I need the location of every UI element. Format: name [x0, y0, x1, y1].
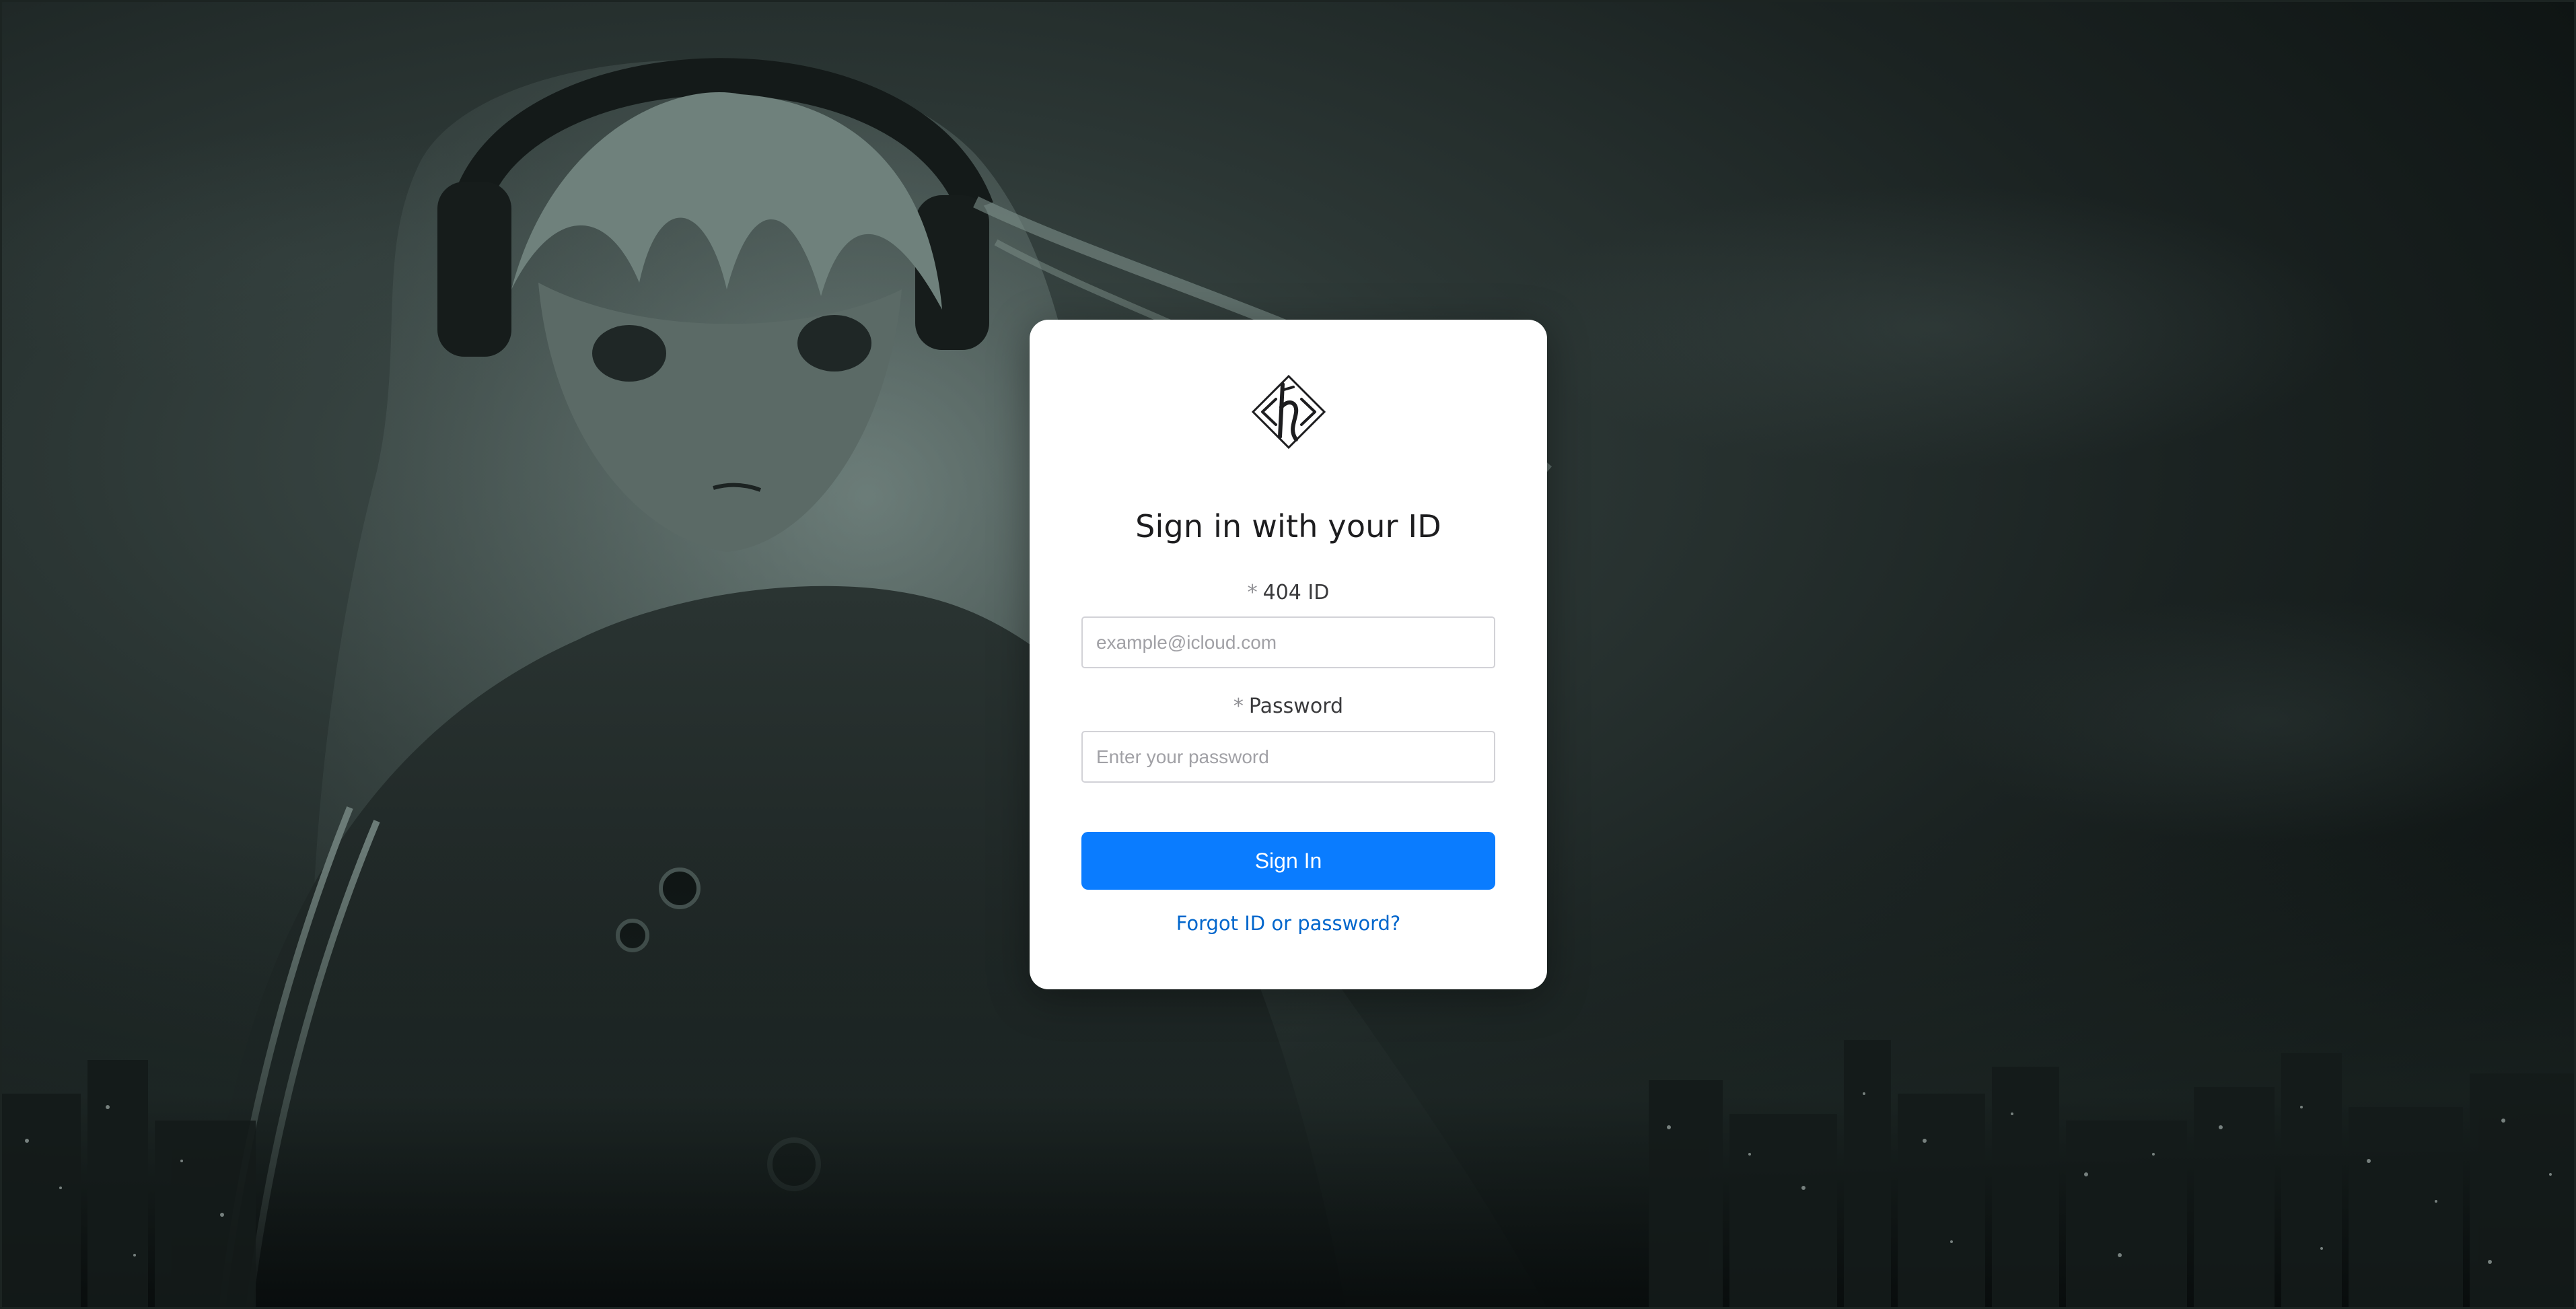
page-title: Sign in with your ID: [1135, 508, 1441, 544]
id-input[interactable]: [1081, 616, 1495, 668]
required-mark: *: [1233, 695, 1244, 718]
forgot-credentials-link[interactable]: Forgot ID or password?: [1030, 912, 1547, 935]
login-card: Sign in with your ID *404 ID *Password S…: [1030, 320, 1547, 989]
password-label-text: Password: [1248, 695, 1344, 718]
id-label-text: 404 ID: [1262, 581, 1330, 604]
password-input[interactable]: [1081, 731, 1495, 783]
required-mark: *: [1247, 581, 1258, 604]
login-page: Sign in with your ID *404 ID *Password S…: [0, 0, 2576, 1309]
sign-in-button[interactable]: Sign In: [1081, 832, 1495, 890]
brand-logo-icon: [1251, 374, 1326, 450]
password-field-label: * Password: [1030, 695, 1547, 718]
id-field-label: * 404 ID: [1030, 581, 1547, 604]
